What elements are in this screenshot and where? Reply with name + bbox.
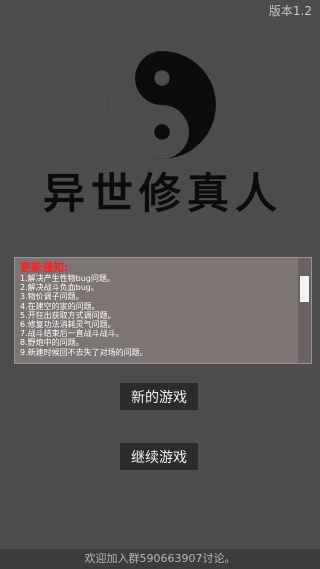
version-label: 版本1.2 (268, 4, 312, 18)
notice-content: 更新通知: 1.解决产生性物bug问题。 2.解决战斗负血bug。 3.物价调子… (15, 258, 311, 357)
notice-scrollbar[interactable] (298, 258, 311, 363)
notice-line: 5.开狂出获取方式调问题。 (20, 310, 116, 320)
notice-line: 8.野炮中的问题。 (20, 338, 84, 348)
scrollbar-thumb[interactable] (300, 276, 309, 302)
new-game-button[interactable]: 新的游戏 (120, 383, 198, 410)
notice-line: 4.在建空的家的问题。 (20, 301, 100, 311)
notice-line: 1.解决产生性物bug问题。 (20, 274, 115, 283)
footer-message: 欢迎加入群590663907讨论。 (0, 549, 320, 569)
notice-line: 3.物价调子问题。 (20, 292, 84, 302)
continue-game-button[interactable]: 继续游戏 (120, 443, 198, 470)
yin-yang-icon (108, 51, 216, 159)
game-title: 异世修真人 (42, 169, 283, 218)
notice-line: 6.修复功法消耗灵气问题。 (20, 320, 116, 330)
notice-heading: 更新通知: (20, 261, 69, 274)
update-notice-panel[interactable]: 更新通知: 1.解决产生性物bug问题。 2.解决战斗负血bug。 3.物价调子… (14, 257, 312, 364)
notice-line: 9.新建时候回不去失了对场的问题。 (20, 347, 148, 357)
